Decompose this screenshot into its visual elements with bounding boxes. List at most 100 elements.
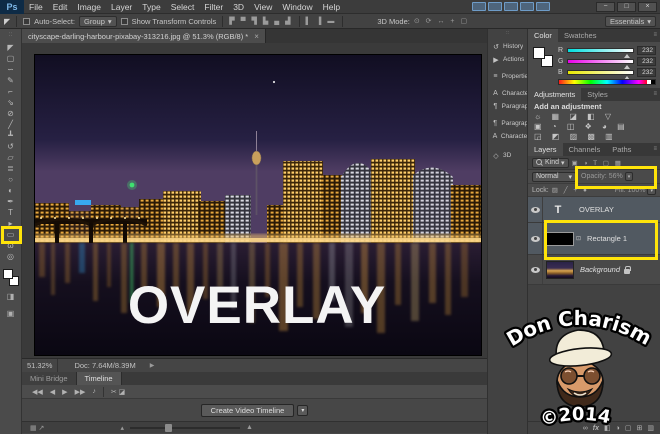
history-brush-tool[interactable]: ↺ <box>0 141 22 152</box>
adjustment-icons-row-2[interactable]: ▣ ◔ ◫ ❖ ◕ ▤ <box>534 122 654 132</box>
play-button[interactable]: ▶ <box>62 388 67 396</box>
panel-button-properties[interactable]: ≡ Properties <box>488 70 527 83</box>
visibility-cell[interactable] <box>528 223 543 254</box>
marquee-tool[interactable]: ▢ <box>0 53 22 64</box>
panel-button-history[interactable]: ↺ History <box>488 40 527 53</box>
path-selection-tool[interactable]: ▸ <box>0 218 22 229</box>
rectangle-tool[interactable]: ▭ <box>0 229 22 240</box>
menu-select[interactable]: Select <box>166 0 200 14</box>
menu-type[interactable]: Type <box>137 0 165 14</box>
panel-button-paragraph-styles[interactable]: ¶ Paragrap... <box>488 117 527 130</box>
opacity-dropdown-icon[interactable]: ▾ <box>625 172 634 181</box>
lasso-tool[interactable]: ∽ <box>0 64 22 75</box>
auto-select-checkbox[interactable] <box>23 18 30 25</box>
first-frame-button[interactable]: ◀◀ <box>32 388 43 396</box>
menu-file[interactable]: File <box>24 0 48 14</box>
view-extras-button[interactable] <box>488 2 502 11</box>
zoom-level-button[interactable] <box>504 2 518 11</box>
tab-timeline[interactable]: Timeline <box>77 372 122 385</box>
layer-row-background[interactable]: Background <box>528 255 660 285</box>
dodge-tool[interactable]: ◐ <box>0 185 22 196</box>
tab-mini-bridge[interactable]: Mini Bridge <box>22 372 77 385</box>
adjustment-icons-row-1[interactable]: ☼ ▦ ◪ ◧ ▽ <box>534 112 654 122</box>
layer-group-button[interactable]: ▢ <box>625 424 632 432</box>
hand-tool[interactable]: ω <box>0 240 22 251</box>
blend-mode-dropdown[interactable]: Normal ▾ <box>532 172 576 182</box>
audio-toggle-button[interactable]: ♪ <box>92 388 96 395</box>
timeline-zoom-slider[interactable] <box>130 427 240 429</box>
red-value-field[interactable]: 232 <box>637 46 656 55</box>
close-button[interactable]: × <box>638 2 657 12</box>
panel-grip[interactable]: :: <box>9 29 12 42</box>
panel-button-character[interactable]: A Character <box>488 87 527 100</box>
quick-selection-tool[interactable]: ✎ <box>0 75 22 86</box>
layer-row-rectangle-1[interactable]: ⊡ Rectangle 1 <box>528 223 660 255</box>
blue-value-field[interactable]: 232 <box>637 68 656 77</box>
green-slider[interactable] <box>567 59 634 64</box>
layer-filter-icons[interactable]: ▣ ◑ T ▢ ▦ <box>572 159 623 167</box>
lock-icons[interactable]: ▨ ╱ + ● <box>552 186 589 194</box>
blur-tool[interactable]: ○ <box>0 174 22 185</box>
menu-filter[interactable]: Filter <box>199 0 228 14</box>
layer-mask-button[interactable]: ◧ <box>604 424 611 432</box>
fill-dropdown-icon[interactable]: ▾ <box>647 186 656 195</box>
foreground-color-swatch[interactable] <box>533 47 545 59</box>
menu-window[interactable]: Window <box>277 0 317 14</box>
workspace-switcher[interactable]: Essentials ▾ <box>605 16 656 27</box>
blue-slider[interactable] <box>567 70 634 75</box>
layer-row-overlay[interactable]: T OVERLAY <box>528 197 660 223</box>
screen-mode-button[interactable] <box>536 2 550 11</box>
visibility-cell[interactable] <box>528 255 543 284</box>
minimize-button[interactable]: − <box>596 2 615 12</box>
menu-edit[interactable]: Edit <box>48 0 73 14</box>
tab-color[interactable]: Color <box>528 29 558 42</box>
distribute-icons[interactable]: ▌ ▐ ▬ <box>306 18 337 25</box>
opacity-value-field[interactable]: 56% <box>609 173 623 180</box>
healing-brush-tool[interactable]: ⊘ <box>0 108 22 119</box>
layer-style-button[interactable]: fx <box>593 425 599 432</box>
new-layer-button[interactable]: ⊞ <box>637 424 643 432</box>
delete-layer-button[interactable]: ▥ <box>647 424 654 432</box>
move-tool-preset-icon[interactable]: ◤ <box>4 17 10 26</box>
fill-value-field[interactable]: 100% <box>628 187 646 194</box>
tab-layers[interactable]: Layers <box>528 143 563 156</box>
menu-3d[interactable]: 3D <box>228 0 249 14</box>
panel-button-3d[interactable]: ◇ 3D <box>488 149 527 162</box>
previous-frame-button[interactable]: ◀ <box>50 388 55 396</box>
clone-stamp-tool[interactable]: ┻ <box>0 130 22 141</box>
filter-kind-dropdown[interactable]: Kind ▾ <box>532 158 569 168</box>
panel-menu-icon[interactable]: ≡ <box>653 143 660 156</box>
quick-mask-button[interactable]: ◨ <box>0 290 22 303</box>
3d-mode-icons[interactable]: ⊙ ⟳ ↔ + ▢ <box>414 17 469 25</box>
document-tab[interactable]: cityscape-darling-harbour-pixabay-313216… <box>22 29 266 43</box>
eraser-tool[interactable]: ▱ <box>0 152 22 163</box>
red-slider[interactable] <box>567 48 634 53</box>
link-layers-button[interactable]: ∞ <box>583 425 588 432</box>
split-and-transition-icons[interactable]: ✂ ◪ <box>111 388 125 396</box>
timeline-corner-icons[interactable]: ▦ ↗ <box>30 424 44 432</box>
menu-image[interactable]: Image <box>72 0 106 14</box>
tab-channels[interactable]: Channels <box>563 143 607 156</box>
panel-menu-icon[interactable]: ≡ <box>653 29 660 42</box>
maximize-button[interactable]: □ <box>617 2 636 12</box>
bridge-button[interactable] <box>472 2 486 11</box>
arrange-documents-button[interactable] <box>520 2 534 11</box>
eyedropper-tool[interactable]: ⇘ <box>0 97 22 108</box>
menu-layer[interactable]: Layer <box>106 0 137 14</box>
screen-mode-toggle[interactable]: ▣ <box>0 307 22 320</box>
menu-view[interactable]: View <box>249 0 277 14</box>
panel-button-paragraph[interactable]: ¶ Paragraph <box>488 100 527 113</box>
close-tab-icon[interactable]: × <box>254 32 259 41</box>
adjustment-icons-row-3[interactable]: ◲ ◩ ▨ ▩ ▥ <box>534 132 654 142</box>
canvas-image[interactable]: OVERLAY <box>35 55 481 355</box>
tab-adjustments[interactable]: Adjustments <box>528 88 581 101</box>
pen-tool[interactable]: ✒ <box>0 196 22 207</box>
foreground-color-swatch[interactable] <box>3 269 13 279</box>
zoom-tool[interactable]: ◎ <box>0 251 22 262</box>
panel-grip[interactable]: :: <box>488 29 527 38</box>
adjustment-layer-button[interactable]: ◑ <box>616 425 620 432</box>
align-top-icons[interactable]: ▛ ▀ ▜ <box>229 17 259 25</box>
type-tool[interactable]: T <box>0 207 22 218</box>
zoom-level-field[interactable]: 51.32% <box>22 359 58 372</box>
timeline-mode-dropdown[interactable]: ▾ <box>297 405 308 416</box>
